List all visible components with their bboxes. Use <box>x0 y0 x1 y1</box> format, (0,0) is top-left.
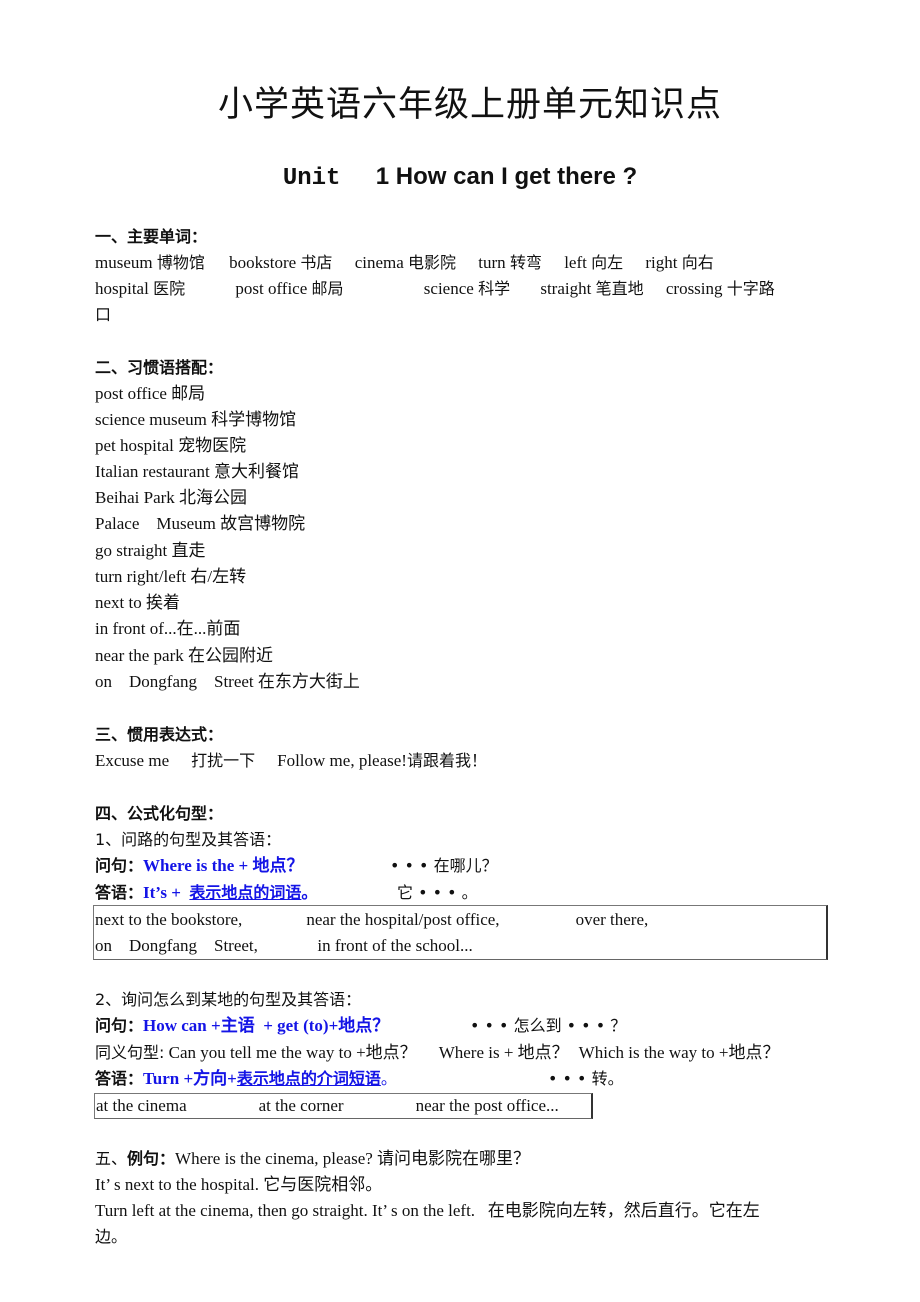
vocab-bookstore: bookstore 书店 <box>229 253 333 272</box>
synonym-row: 同义句型: Can you tell me the way to +地点？ Whe… <box>95 1043 780 1062</box>
example-sentence: It’ s next to the hospital. 它与医院相邻。 <box>95 1175 383 1194</box>
document-title: 小学英语六年级上册单元知识点 <box>217 85 722 125</box>
unit-prefix: Unit <box>282 165 341 192</box>
example-sentence: Turn left at the cinema, then go straigh… <box>95 1201 760 1220</box>
vocab-right: right 向右 <box>645 253 714 272</box>
answer-pattern-underlined: 表示地点的词语 <box>189 883 302 902</box>
phrase-item: near the park 在公园附近 <box>95 646 273 665</box>
phrase-item: turn right/left 右/左转 <box>95 567 247 586</box>
vocab-science: science 科学 <box>423 279 511 298</box>
section5-number: 五、 <box>95 1149 128 1168</box>
vocab-row-2: hospital 医院 post office 邮局 science 科学 st… <box>95 276 775 302</box>
vocab-post-office: post office 邮局 <box>235 279 344 298</box>
phrase-item: in front of...在...前面 <box>95 619 241 638</box>
unit-title: How can I get there ? <box>395 163 638 190</box>
phrase-item: post office 邮局 <box>95 384 206 403</box>
section5-heading: 例句： <box>127 1149 176 1168</box>
expressions-row: Excuse me 打扰一下 Follow me, please!请跟着我！ <box>95 748 487 774</box>
expression-follow-me: Follow me, please! <box>277 751 407 770</box>
part1-question: 问句：Where is the + 地点？ <box>95 856 304 875</box>
part1-answer-cn: 它 • • • 。 <box>397 883 478 902</box>
part2-question-cn: • • • 怎么到 • • • ？ <box>470 1016 627 1035</box>
vocab-crossing: crossing 十字路 <box>665 279 775 298</box>
vocab-cinema: cinema 电影院 <box>354 253 457 272</box>
vocab-museum: museum 博物馆 <box>95 253 205 272</box>
preposition-box-row: at the cinema at the corner near the post … <box>96 1096 559 1115</box>
vocab-row-1: museum 博物馆 bookstore 书店 cinema 电影院 turn … <box>95 250 714 276</box>
vocab-wrap: 口 <box>95 305 112 324</box>
section3-heading: 三、惯用表达式： <box>95 725 224 744</box>
part2-answer-cn: • • • 转。 <box>548 1069 624 1088</box>
phrase-item: go straight 直走 <box>95 541 206 560</box>
vocab-hospital: hospital 医院 <box>95 279 186 298</box>
section5-line-1: 五、例句：Where is the cinema, please? 请问电影院在… <box>95 1149 531 1168</box>
expression-follow-me-cn: 请跟着我！ <box>406 751 487 770</box>
phrase-item: Palace Museum 故宫博物院 <box>95 514 306 533</box>
phrase-item: Italian restaurant 意大利餐馆 <box>95 462 299 481</box>
phrase-item: next to 挨着 <box>95 593 180 612</box>
unit-number: 1 <box>375 163 390 190</box>
part1-title: 1、问路的句型及其答语： <box>95 830 282 849</box>
vocab-left: left 向左 <box>564 253 624 272</box>
unit-heading: Unit 1 How can I get there ? <box>0 163 920 192</box>
section2-heading: 二、习惯语搭配： <box>95 358 224 377</box>
expression-excuse-me-cn: 打扰一下 <box>191 751 256 770</box>
vocab-turn: turn 转弯 <box>478 253 542 272</box>
part2-answer: 答语：Turn +方向+表示地点的介词短语。 <box>95 1069 397 1088</box>
part1-question-cn: • • • 在哪儿？ <box>390 856 498 875</box>
question-pattern: Where is the + 地点？ <box>143 856 304 875</box>
expression-excuse-me: Excuse me <box>95 751 170 770</box>
section1-heading: 一、主要单词： <box>95 227 208 246</box>
section4-heading: 四、公式化句型： <box>95 804 224 823</box>
question-pattern-2: How can +主语 + get (to)+地点？ <box>143 1016 390 1035</box>
answer-pattern-2-underlined: 表示地点的介词短语 <box>236 1069 381 1088</box>
example-sentence-wrap: 边。 <box>95 1227 128 1246</box>
part1-answer: 答语：It’s + 表示地点的词语。 <box>95 883 318 902</box>
phrase-item: science museum 科学博物馆 <box>95 410 297 429</box>
location-box-row-1: next to the bookstore, near the hospital/… <box>95 910 649 929</box>
phrase-item: pet hospital 宠物医院 <box>95 436 247 455</box>
location-box-row-2: on Dongfang Street, in front of the scho… <box>95 936 473 955</box>
part2-question: 问句：How can +主语 + get (to)+地点？ <box>95 1016 390 1035</box>
phrase-item: on Dongfang Street 在东方大街上 <box>95 672 360 691</box>
part2-title: 2、询问怎么到某地的句型及其答语： <box>95 990 362 1009</box>
vocab-straight: straight 笔直地 <box>540 279 644 298</box>
phrase-item: Beihai Park 北海公园 <box>95 488 248 507</box>
